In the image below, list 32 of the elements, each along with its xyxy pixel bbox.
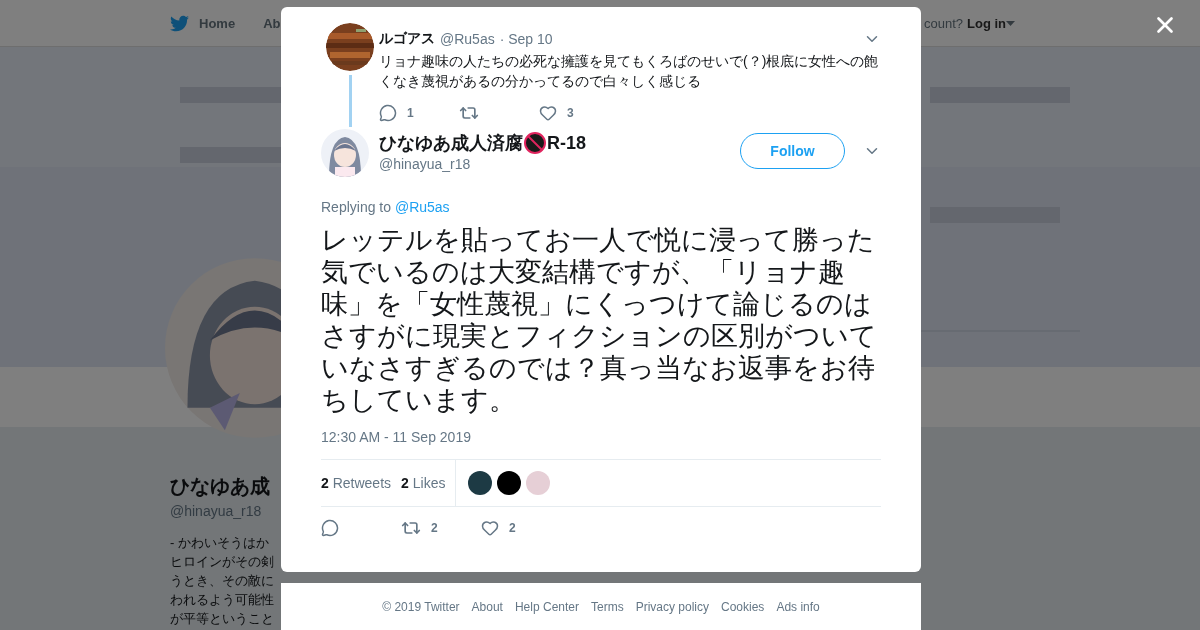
nav-link[interactable]: Ab	[263, 15, 281, 31]
profile-name: ひなゆあ成	[170, 474, 270, 499]
bio-line: うとき、その敵に	[170, 572, 274, 590]
nav-link[interactable]: Home	[199, 15, 236, 31]
retweets-stat[interactable]: 2 Retweets	[321, 475, 392, 491]
footer-link[interactable]: Ads info	[776, 599, 820, 614]
footer-link[interactable]: Terms	[591, 599, 624, 614]
bird-logo-icon[interactable]	[170, 13, 189, 33]
footer-link[interactable]: Privacy policy	[635, 599, 709, 614]
bio-line: われるよう可能性	[170, 591, 274, 609]
author-handle: @Ru5as	[440, 31, 495, 47]
bio-line: - かわいそうはか	[170, 534, 269, 552]
bio-line: ヒロインがその剣	[170, 553, 274, 571]
caret-icon	[1006, 20, 1015, 26]
tweet-timestamp: 12:30 AM - 11 Sep 2019	[321, 429, 881, 460]
login-link[interactable]: Log in	[967, 15, 1015, 31]
login-prompt: count?	[923, 15, 963, 31]
likes-stat[interactable]: 2 Likes	[401, 475, 446, 491]
heart-icon	[481, 519, 499, 537]
like-button[interactable]: 2	[481, 519, 561, 537]
liker-avatar[interactable]	[497, 471, 522, 495]
author-name: ルゴアス	[379, 30, 435, 48]
bio-line: が平等ということ	[170, 610, 274, 628]
footer-link[interactable]: Cookies	[721, 599, 765, 614]
footer-link[interactable]: About	[471, 599, 503, 614]
retweet-button[interactable]: 2	[401, 518, 481, 538]
liker-avatar[interactable]	[468, 471, 493, 495]
tweet-date: · Sep 10	[499, 31, 553, 47]
footer-link[interactable]: © 2019 Twitter	[382, 599, 460, 614]
reply-icon	[321, 519, 339, 537]
profile-handle: @hinayua_r18	[170, 503, 262, 519]
footer-link[interactable]: Help Center	[514, 599, 579, 614]
